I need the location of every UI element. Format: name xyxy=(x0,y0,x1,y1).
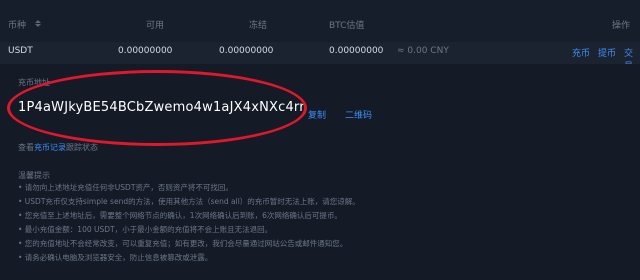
sort-icon[interactable] xyxy=(35,20,41,27)
available-value: 0.00000000 xyxy=(118,46,173,56)
qrcode-button[interactable]: 二维码 xyxy=(345,108,372,121)
header-btc-value: BTC估值 xyxy=(329,21,365,31)
cny-value: ≈ 0.00 CNY xyxy=(397,46,449,56)
withdraw-link[interactable]: 提币 xyxy=(598,46,616,59)
tip-item: • 您的充值地址不会经常改变，可以重复充值；如有更改，我们会尽量通过网站公告或邮… xyxy=(18,239,348,248)
header-coin: 币种 xyxy=(8,21,27,31)
header-frozen: 冻结 xyxy=(249,21,268,31)
header-actions: 操作 xyxy=(612,21,631,31)
tip-item: • 最小充值金额：100 USDT，小于最小金额的充值将不会上账且无法退回。 xyxy=(18,225,273,234)
record-prefix: 查看 xyxy=(18,143,34,152)
header-available: 可用 xyxy=(146,21,165,31)
tip-item: • 您充值至上述地址后，需要整个网络节点的确认，1次网络确认后到账，6次网络确认… xyxy=(18,211,342,220)
tips-title: 温馨提示 xyxy=(18,171,50,180)
deposit-link[interactable]: 充币 xyxy=(572,46,590,59)
btc-value: 0.00000000 xyxy=(329,46,384,56)
record-suffix: 跟踪状态 xyxy=(66,143,98,152)
tip-item: • USDT充币仅支持simple send的方法，使用其他方法（send al… xyxy=(18,197,360,206)
tip-item: • 请务必确认电脑及浏览器安全，防止信息被篡改或泄露。 xyxy=(18,253,213,262)
asset-table-header: 币种 可用 冻结 BTC估值 操作 xyxy=(0,0,640,43)
highlight-ellipse xyxy=(7,70,307,146)
copy-button[interactable]: 复制 xyxy=(308,108,326,121)
record-line: 查看充币记录跟踪状态 xyxy=(18,142,98,153)
tip-item: • 请勿向上述地址充值任何非USDT资产，否则资产将不可找回。 xyxy=(18,183,233,192)
deposit-record-link[interactable]: 充币记录 xyxy=(34,143,66,152)
frozen-value: 0.00000000 xyxy=(219,46,274,56)
asset-row-usdt: USDT 0.00000000 0.00000000 0.00000000 ≈ … xyxy=(0,42,640,72)
coin-name: USDT xyxy=(8,46,33,56)
